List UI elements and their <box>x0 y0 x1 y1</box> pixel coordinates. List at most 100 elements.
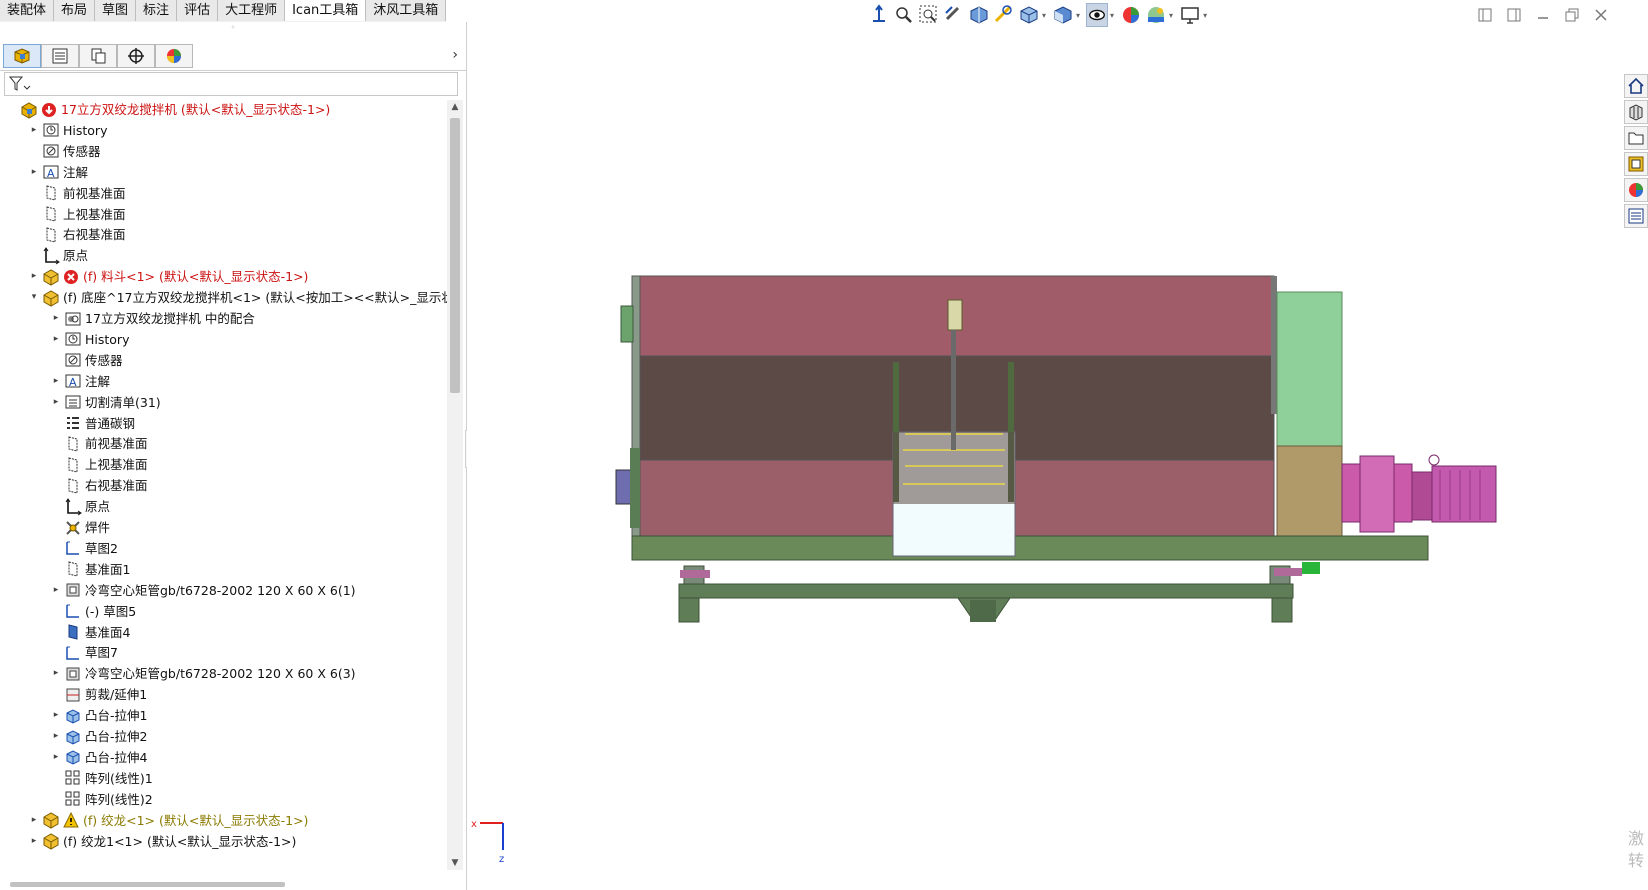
chevron-right-icon[interactable]: › <box>452 47 458 63</box>
dropdown-arrow-icon[interactable]: ▾ <box>1203 11 1207 20</box>
expand-arrow-icon[interactable]: ▸ <box>28 266 40 287</box>
expand-arrow-icon[interactable]: ▸ <box>28 120 40 141</box>
tree-item[interactable]: ▸ (f) 料斗<1> (默认<默认_显示状态-1>) <box>28 266 308 287</box>
command-tab[interactable]: 装配体 <box>0 0 55 21</box>
apply-scene-icon[interactable] <box>1145 3 1167 27</box>
expand-arrow-icon[interactable]: ▸ <box>28 162 40 183</box>
expand-arrow-icon[interactable]: ▸ <box>28 831 40 852</box>
displaymanager-icon[interactable] <box>155 44 193 68</box>
tree-item[interactable]: ▸ A 注解 <box>28 162 88 183</box>
dimxpertmanager-icon[interactable] <box>117 44 155 68</box>
dropdown-arrow-icon[interactable]: ▾ <box>1042 11 1046 20</box>
tree-item[interactable]: 传感器 <box>28 141 101 162</box>
custom-properties-icon[interactable] <box>1624 204 1648 228</box>
tree-item[interactable]: 阵列(线性)1 <box>50 768 153 789</box>
tree-item[interactable]: 上视基准面 <box>28 204 126 225</box>
tree-item[interactable]: 原点 <box>28 245 88 266</box>
tree-item[interactable]: 基准面4 <box>50 622 130 643</box>
tree-item[interactable]: ▸ A 注解 <box>50 371 110 392</box>
tree-item[interactable]: ▸ 17立方双绞龙搅拌机 中的配合 <box>50 308 255 329</box>
tree-item[interactable]: ▾ (f) 底座^17立方双绞龙搅拌机<1> (默认<按加工><<默认>_显示状态… <box>28 287 450 308</box>
command-tab[interactable]: 标注 <box>136 0 178 21</box>
expand-arrow-icon[interactable]: ▸ <box>50 747 62 768</box>
tree-item[interactable]: 前视基准面 <box>50 433 148 454</box>
propertymanager-icon[interactable] <box>41 44 79 68</box>
expand-arrow-icon[interactable]: ▸ <box>28 810 40 831</box>
display-style-icon[interactable] <box>1052 3 1074 27</box>
command-tab[interactable]: 沐风工具箱 <box>366 0 447 21</box>
tree-item[interactable]: 原点 <box>50 496 110 517</box>
edit-appearance-icon[interactable] <box>1120 3 1142 27</box>
panel-grip[interactable]: ◦ <box>0 22 466 34</box>
expand-arrow-icon[interactable]: ▸ <box>50 329 62 350</box>
tile-right-icon[interactable] <box>1501 6 1527 24</box>
vertical-scrollbar[interactable]: ▲ ▼ <box>447 100 463 870</box>
expand-arrow-icon[interactable]: ▸ <box>50 371 62 392</box>
collapse-arrow-icon[interactable]: ▾ <box>28 287 40 308</box>
tree-item[interactable]: ▸ 冷弯空心矩管gb/t6728-2002 120 X 60 X 6(3) <box>50 663 356 684</box>
featuremanager-icon[interactable] <box>3 44 41 68</box>
zoom-to-area-icon[interactable] <box>918 3 940 27</box>
tree-item[interactable]: 焊件 <box>50 517 110 538</box>
tree-item[interactable]: ▸ History <box>28 120 108 141</box>
design-library-icon[interactable] <box>1624 100 1648 124</box>
restore-icon[interactable] <box>1559 6 1585 24</box>
graphics-area[interactable]: x z <box>467 0 1648 890</box>
tree-item[interactable]: 基准面1 <box>50 559 130 580</box>
dropdown-arrow-icon[interactable]: ▾ <box>1110 11 1114 20</box>
zoom-to-fit-icon[interactable] <box>893 3 915 27</box>
command-tab[interactable]: 评估 <box>177 0 219 21</box>
expand-arrow-icon[interactable]: ▸ <box>50 705 62 726</box>
horizontal-scrollbar[interactable] <box>10 882 285 887</box>
tree-item[interactable]: ▸ 切割清单(31) <box>50 392 161 413</box>
configurationmanager-icon[interactable] <box>79 44 117 68</box>
tree-item[interactable]: 草图7 <box>50 642 118 663</box>
tree-item[interactable]: 草图2 <box>50 538 118 559</box>
command-tab[interactable]: 草图 <box>95 0 137 21</box>
dynamic-annotation-icon[interactable] <box>993 3 1015 27</box>
tree-item[interactable]: 前视基准面 <box>28 183 126 204</box>
tree-item[interactable]: 右视基准面 <box>50 475 148 496</box>
tree-item[interactable]: ▸ 冷弯空心矩管gb/t6728-2002 120 X 60 X 6(1) <box>50 580 356 601</box>
scroll-down-icon[interactable]: ▼ <box>447 856 463 870</box>
tree-item[interactable]: 17立方双绞龙搅拌机 (默认<默认_显示状态-1>) <box>6 99 330 120</box>
expand-arrow-icon[interactable]: ▸ <box>50 308 62 329</box>
tree-item[interactable]: ▸ 凸台-拉伸2 <box>50 726 147 747</box>
dropdown-arrow-icon[interactable]: ▾ <box>1076 11 1080 20</box>
tree-item[interactable]: ▸ 凸台-拉伸1 <box>50 705 147 726</box>
mixer-assembly-model[interactable] <box>615 275 1497 623</box>
expand-arrow-icon[interactable]: ▸ <box>50 663 62 684</box>
tree-item[interactable]: (-) 草图5 <box>50 601 136 622</box>
appearances-icon[interactable] <box>1624 178 1648 202</box>
close-icon[interactable] <box>1588 6 1614 24</box>
tree-item[interactable]: ▸ (f) 绞龙<1> (默认<默认_显示状态-1>) <box>28 810 308 831</box>
tile-left-icon[interactable] <box>1472 6 1498 24</box>
tree-item[interactable]: 传感器 <box>50 350 123 371</box>
scroll-up-icon[interactable]: ▲ <box>447 100 463 114</box>
command-tab[interactable]: 布局 <box>54 0 96 21</box>
tree-item[interactable]: ▸ History <box>50 329 130 350</box>
tree-filter-box[interactable] <box>4 72 458 96</box>
minimize-icon[interactable] <box>1530 6 1556 24</box>
command-tab[interactable]: Ican工具箱 <box>285 0 367 21</box>
tree-item[interactable]: ▸ 凸台-拉伸4 <box>50 747 147 768</box>
tree-item[interactable]: 右视基准面 <box>28 224 126 245</box>
expand-arrow-icon[interactable]: ▸ <box>50 726 62 747</box>
section-view-icon[interactable] <box>968 3 990 27</box>
home-icon[interactable] <box>1624 74 1648 98</box>
expand-arrow-icon[interactable]: ▸ <box>50 580 62 601</box>
view-orientation-icon[interactable] <box>868 3 890 27</box>
tree-item[interactable]: 上视基准面 <box>50 454 148 475</box>
dropdown-arrow-icon[interactable]: ▾ <box>1169 11 1173 20</box>
view-settings-icon[interactable] <box>1179 3 1201 27</box>
view-orientation-dropdown-icon[interactable] <box>1018 3 1040 27</box>
tree-item[interactable]: 阵列(线性)2 <box>50 789 153 810</box>
view-palette-icon[interactable] <box>1624 152 1648 176</box>
hide-show-items-icon[interactable] <box>1086 3 1109 27</box>
command-tab[interactable]: 大工程师 <box>218 0 286 21</box>
scrollbar-thumb[interactable] <box>450 118 460 393</box>
expand-arrow-icon[interactable]: ▸ <box>50 392 62 413</box>
previous-view-icon[interactable] <box>943 3 965 27</box>
file-explorer-icon[interactable] <box>1624 126 1648 150</box>
filter-icon[interactable] <box>9 76 31 92</box>
